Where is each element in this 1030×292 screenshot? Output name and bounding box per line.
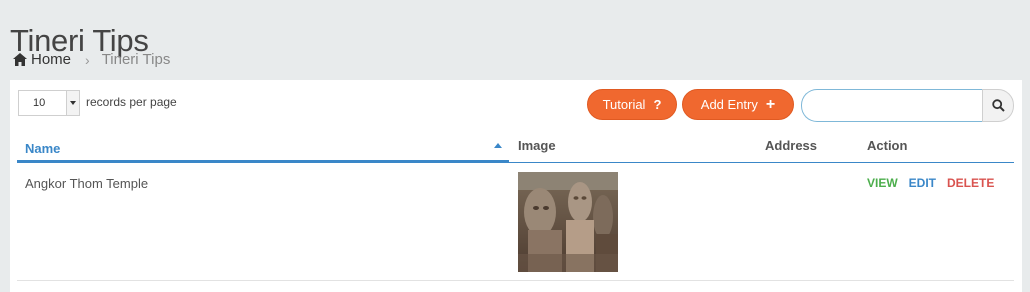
records-per-page-select[interactable]: 10 <box>18 90 80 116</box>
add-entry-button-label: Add Entry <box>700 97 758 112</box>
row-actions: VIEW EDIT DELETE <box>867 176 994 190</box>
sort-asc-icon[interactable] <box>494 143 502 148</box>
column-header-action: Action <box>867 138 908 153</box>
records-per-page-value: 10 <box>33 97 46 109</box>
delete-button[interactable]: DELETE <box>947 176 994 190</box>
breadcrumb: Home › Tineri Tips <box>13 51 170 68</box>
home-icon <box>13 53 27 66</box>
plus-icon: + <box>765 95 776 113</box>
add-entry-button[interactable]: Add Entry + <box>682 89 794 120</box>
search-button[interactable] <box>982 89 1014 122</box>
tutorial-button[interactable]: Tutorial ? <box>587 89 677 120</box>
entries-panel: 10 records per page Tutorial ? Add Entry… <box>10 80 1022 292</box>
search-icon <box>991 99 1005 112</box>
records-per-page-label: records per page <box>86 95 177 109</box>
caret-down-icon[interactable] <box>66 91 79 115</box>
view-button[interactable]: VIEW <box>867 176 898 190</box>
row-divider <box>17 280 1014 281</box>
breadcrumb-home[interactable]: Home <box>13 51 71 68</box>
row-image-thumbnail <box>518 172 618 272</box>
edit-button[interactable]: EDIT <box>909 176 936 190</box>
sorted-column-indicator <box>17 160 509 163</box>
breadcrumb-current: Tineri Tips <box>101 51 171 68</box>
question-icon: ? <box>653 97 662 112</box>
tutorial-button-label: Tutorial <box>602 97 646 112</box>
header-divider <box>509 162 1014 163</box>
breadcrumb-home-label[interactable]: Home <box>31 51 71 68</box>
column-header-address[interactable]: Address <box>765 138 817 153</box>
row-name-cell: Angkor Thom Temple <box>25 176 149 191</box>
breadcrumb-separator: › <box>85 51 90 68</box>
column-header-name[interactable]: Name <box>25 141 60 156</box>
search-input[interactable] <box>801 89 983 122</box>
column-header-image[interactable]: Image <box>518 138 556 153</box>
